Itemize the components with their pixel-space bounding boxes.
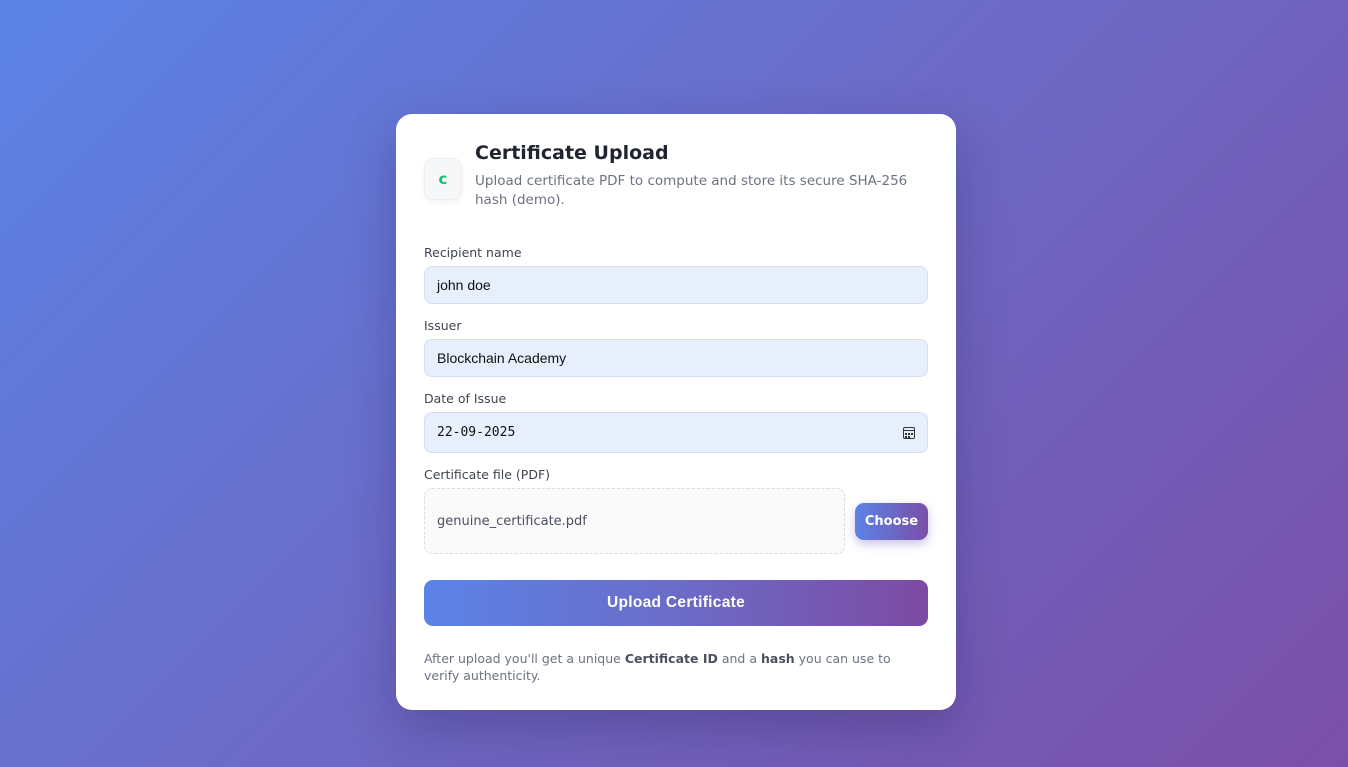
file-row: genuine_certificate.pdf Choose bbox=[424, 488, 928, 554]
note-prefix: After upload you'll get a unique bbox=[424, 651, 625, 666]
upload-card: c Certificate Upload Upload certificate … bbox=[396, 114, 956, 710]
date-group: Date of Issue 22-09-2025 bbox=[424, 391, 928, 453]
app-logo: c bbox=[424, 158, 462, 200]
date-input[interactable]: 22-09-2025 bbox=[424, 412, 928, 453]
file-group: Certificate file (PDF) genuine_certifica… bbox=[424, 467, 928, 554]
upload-certificate-button[interactable]: Upload Certificate bbox=[424, 580, 928, 626]
file-dropzone[interactable]: genuine_certificate.pdf bbox=[424, 488, 845, 554]
choose-file-button[interactable]: Choose bbox=[855, 502, 928, 540]
page-title: Certificate Upload bbox=[475, 142, 669, 164]
date-label: Date of Issue bbox=[424, 391, 507, 406]
file-name: genuine_certificate.pdf bbox=[437, 513, 587, 529]
recipient-label: Recipient name bbox=[424, 245, 522, 260]
card-header: c Certificate Upload Upload certificate … bbox=[424, 142, 928, 210]
page-subtitle: Upload certificate PDF to compute and st… bbox=[475, 173, 908, 208]
issuer-label: Issuer bbox=[424, 318, 462, 333]
issuer-input[interactable]: Blockchain Academy bbox=[424, 339, 928, 377]
note-certificate-id: Certificate ID bbox=[624, 651, 718, 666]
info-note: After upload you'll get a unique Certifi… bbox=[424, 650, 928, 684]
date-value: 22-09-2025 bbox=[437, 425, 516, 440]
note-middle: and a bbox=[717, 651, 761, 666]
issuer-group: Issuer Blockchain Academy bbox=[424, 318, 928, 377]
calendar-icon[interactable] bbox=[903, 426, 915, 439]
recipient-group: Recipient name john doe bbox=[424, 245, 928, 304]
recipient-input[interactable]: john doe bbox=[424, 266, 928, 304]
file-label: Certificate file (PDF) bbox=[424, 467, 551, 482]
note-hash: hash bbox=[760, 651, 795, 666]
